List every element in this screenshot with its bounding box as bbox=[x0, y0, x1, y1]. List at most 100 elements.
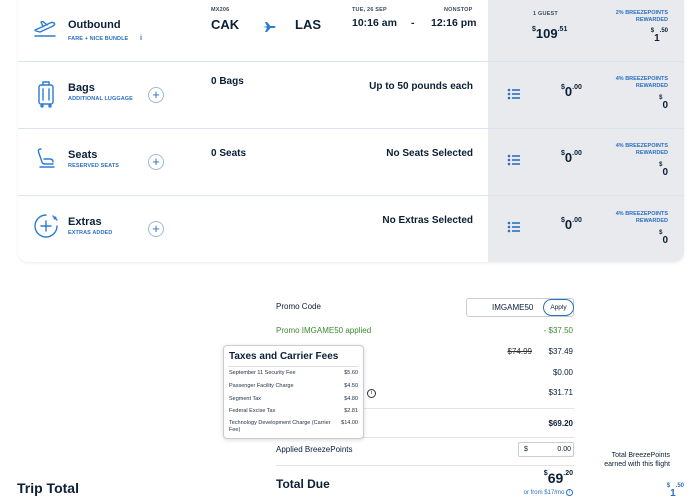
tooltip-row-label: Technology Development Charge (Carrier F… bbox=[229, 420, 331, 433]
extras-row: Extras EXTRAS ADDED + No Extras Selected… bbox=[18, 196, 684, 262]
outbound-subtitle-text: FARE + NICE BUNDLE bbox=[68, 36, 129, 42]
outbound-points-value: $1.50 bbox=[651, 28, 668, 46]
list-icon[interactable] bbox=[507, 153, 521, 166]
outbound-row: Outbound FARE + NICE BUNDLE i MX206 CAK … bbox=[18, 0, 684, 67]
divider bbox=[276, 465, 574, 466]
extras-subtitle: EXTRAS ADDED bbox=[68, 230, 113, 236]
monthly-link[interactable]: or from $17/mo i bbox=[524, 489, 573, 496]
currency-symbol: $ bbox=[532, 26, 536, 33]
points-label-line2: REWARDED bbox=[635, 218, 668, 224]
points-cents: .50 bbox=[659, 28, 668, 34]
currency-symbol: $ bbox=[561, 217, 565, 224]
promo-discount: - $37.50 bbox=[543, 326, 573, 335]
tooltip-title: Taxes and Carrier Fees bbox=[229, 351, 339, 362]
tooltip-row-value: $5.60 bbox=[344, 370, 358, 376]
tooltip-row-label: September 11 Security Fee bbox=[229, 370, 296, 376]
destination-code: LAS bbox=[295, 17, 321, 32]
outbound-title: Outbound bbox=[68, 19, 121, 31]
bags-row: Bags ADDITIONAL LUGGAGE + 0 Bags Up to 5… bbox=[18, 62, 684, 129]
bags-points-value: $0 bbox=[659, 95, 668, 113]
points-whole: 0 bbox=[662, 235, 668, 246]
price-cents: .00 bbox=[572, 150, 582, 157]
total-due-label: Total Due bbox=[276, 477, 330, 491]
flight-date: TUE, 26 SEP bbox=[352, 7, 387, 13]
bags-points-label: 4% BREEZEPOINTS REWARDED bbox=[616, 76, 668, 90]
points-label-line1: 4% BREEZEPOINTS bbox=[615, 143, 668, 149]
tooltip-row-value: $14.00 bbox=[341, 420, 358, 426]
breezepoints-label: Applied BreezePoints bbox=[276, 445, 353, 454]
monthly-text: or from $17/mo bbox=[523, 490, 565, 497]
points-whole: 0 bbox=[662, 167, 668, 178]
add-extras-button[interactable]: + bbox=[148, 221, 164, 237]
seats-detail: No Seats Selected bbox=[386, 148, 473, 159]
outbound-subtitle: FARE + NICE BUNDLE i bbox=[68, 35, 142, 42]
points-label-line1: 2% BREEZEPOINTS bbox=[615, 10, 668, 16]
tooltip-row-value: $2.81 bbox=[344, 408, 358, 414]
luggage-icon bbox=[37, 80, 55, 108]
plane-takeoff-icon bbox=[32, 14, 58, 40]
subtotal-value: $69.20 bbox=[548, 419, 573, 428]
add-bags-button[interactable]: + bbox=[148, 87, 164, 103]
breezepoints-value: 0.00 bbox=[557, 446, 571, 453]
bags-title: Bags bbox=[68, 82, 95, 94]
guest-count: 1 GUEST bbox=[533, 11, 558, 17]
extras-detail: No Extras Selected bbox=[382, 215, 473, 226]
bags-price: $0.00 bbox=[561, 83, 582, 101]
price-cents: .00 bbox=[572, 84, 582, 91]
tooltip-row-value: $4.80 bbox=[344, 396, 358, 402]
breezepoints-input[interactable]: $ 0.00 bbox=[518, 442, 574, 457]
seats-price: $0.00 bbox=[561, 149, 582, 167]
extras-points-value: $0 bbox=[659, 230, 668, 248]
promo-label: Promo Code bbox=[276, 302, 321, 311]
total-points-line1: Total BreezePoints bbox=[611, 452, 670, 459]
line-zero-value: $0.00 bbox=[552, 368, 573, 377]
tooltip-row-label: Segment Tax bbox=[229, 396, 262, 402]
trip-total-label: Trip Total bbox=[17, 480, 79, 496]
info-icon[interactable]: i bbox=[367, 389, 376, 398]
time-dash: - bbox=[411, 17, 415, 29]
tooltip-divider bbox=[228, 366, 359, 367]
points-label-line2: REWARDED bbox=[635, 150, 668, 156]
total-points-line2: earned with this flight bbox=[604, 461, 670, 468]
promo-applied-text: Promo IMGAME50 applied bbox=[276, 326, 372, 335]
add-seats-button[interactable]: + bbox=[148, 154, 164, 170]
origin-code: CAK bbox=[211, 17, 240, 32]
total-due-amount: $69.20 bbox=[544, 470, 573, 488]
fare-original: $74.99 bbox=[507, 347, 532, 356]
seats-row: Seats RESERVED SEATS + 0 Seats No Seats … bbox=[18, 129, 684, 196]
list-icon[interactable] bbox=[507, 220, 521, 233]
plus-circle-icon bbox=[33, 213, 59, 239]
depart-time: 10:16 am bbox=[352, 17, 397, 29]
outbound-points-label: 2% BREEZEPOINTS REWARDED bbox=[616, 10, 668, 24]
total-points-whole: 1 bbox=[670, 488, 676, 499]
promo-input-value: IMGAME50 bbox=[492, 303, 534, 312]
taxes-value: $31.71 bbox=[548, 388, 573, 397]
taxes-tooltip: Taxes and Carrier Fees September 11 Secu… bbox=[223, 345, 364, 439]
info-icon[interactable]: i bbox=[566, 489, 573, 496]
flight-number: MX206 bbox=[211, 7, 230, 13]
itinerary-card: Outbound FARE + NICE BUNDLE i MX206 CAK … bbox=[18, 0, 684, 262]
bags-detail: Up to 50 pounds each bbox=[369, 81, 473, 92]
tooltip-row-value: $4.50 bbox=[344, 383, 358, 389]
total-points-label: Total BreezePoints earned with this flig… bbox=[604, 451, 670, 469]
points-label-line2: REWARDED bbox=[635, 17, 668, 23]
outbound-price: $109.51 bbox=[532, 25, 567, 43]
apply-button[interactable]: Apply bbox=[543, 299, 574, 316]
total-whole: 69 bbox=[547, 470, 564, 486]
seats-count: 0 Seats bbox=[211, 148, 247, 159]
seats-points-value: $0 bbox=[659, 162, 668, 180]
extras-title: Extras bbox=[68, 216, 102, 228]
plane-icon bbox=[262, 20, 276, 32]
total-points-cents: .50 bbox=[675, 483, 684, 489]
total-cents: .20 bbox=[563, 470, 573, 477]
price-whole: 109 bbox=[535, 26, 558, 41]
bags-count: 0 Bags bbox=[211, 76, 244, 87]
price-cents: .00 bbox=[572, 217, 582, 224]
info-icon[interactable]: i bbox=[140, 35, 142, 42]
list-icon[interactable] bbox=[507, 87, 521, 100]
seats-points-label: 4% BREEZEPOINTS REWARDED bbox=[616, 143, 668, 157]
tooltip-row-label: Federal Excise Tax bbox=[229, 408, 276, 414]
total-points-value: $1.50 bbox=[667, 483, 684, 500]
currency-symbol: $ bbox=[561, 84, 565, 91]
price-cents: .51 bbox=[557, 26, 568, 33]
